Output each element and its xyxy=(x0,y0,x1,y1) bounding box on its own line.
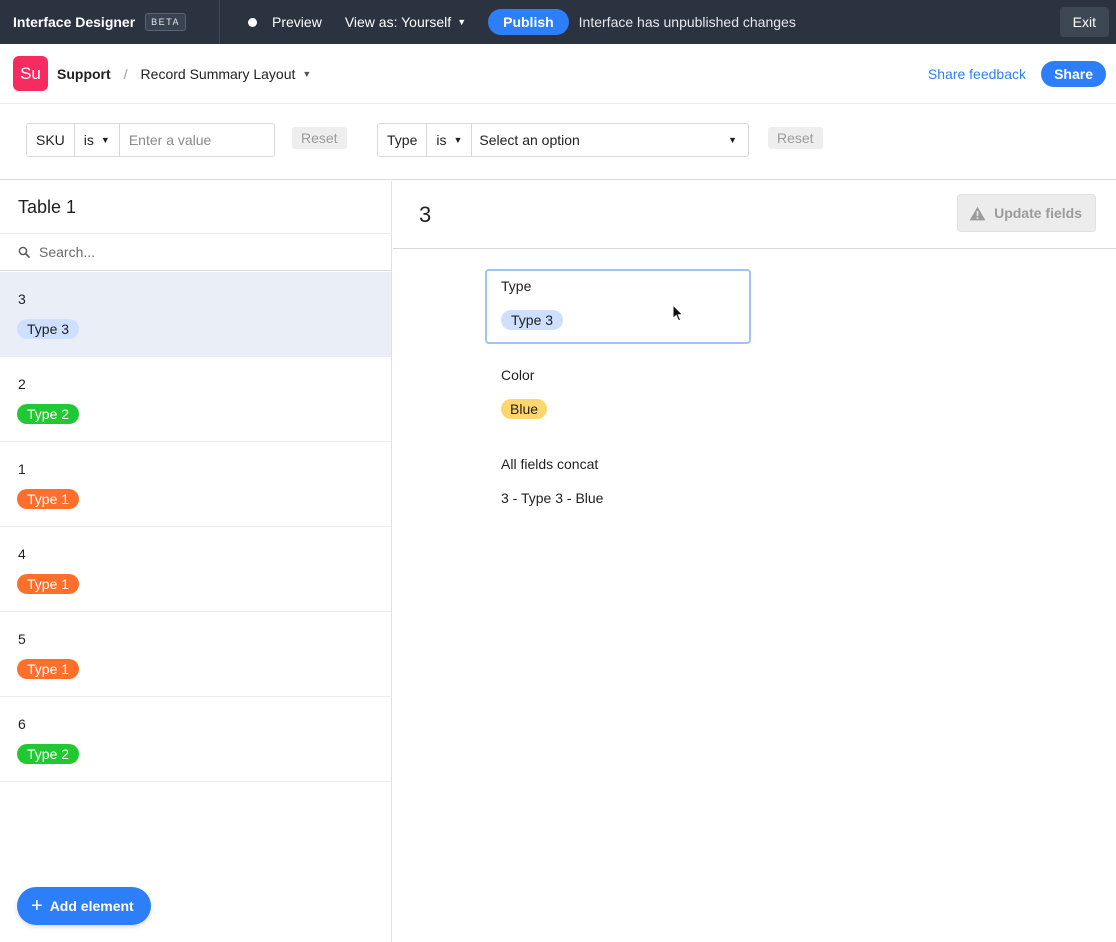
field-label: Type xyxy=(501,278,532,294)
record-list: 3 Type 3 2 Type 2 1 Type 1 4 Type 1 5 Ty… xyxy=(0,272,391,782)
warning-icon xyxy=(969,206,986,221)
type-operator-label: is xyxy=(436,132,447,148)
list-item[interactable]: 3 Type 3 xyxy=(0,272,391,357)
beta-badge: BETA xyxy=(145,13,187,31)
type-pill: Type 3 xyxy=(17,319,80,339)
field-label: All fields concat xyxy=(501,456,599,472)
type-pill: Type 2 xyxy=(17,404,80,424)
sku-reset-button[interactable]: Reset xyxy=(292,127,347,149)
list-item[interactable]: 1 Type 1 xyxy=(0,442,391,527)
record-id: 3 xyxy=(18,291,26,307)
color-value-pill: Blue xyxy=(501,399,548,419)
caret-down-icon: ▼ xyxy=(728,135,737,145)
caret-down-icon: ▼ xyxy=(453,135,463,145)
search-input[interactable] xyxy=(39,244,339,260)
caret-down-icon: ▼ xyxy=(457,17,467,27)
type-value-pill: Type 3 xyxy=(501,310,564,330)
list-item[interactable]: 2 Type 2 xyxy=(0,357,391,442)
top-bar-divider xyxy=(219,0,221,44)
list-item[interactable]: 4 Type 1 xyxy=(0,527,391,612)
concat-value: 3 - Type 3 - Blue xyxy=(501,490,604,506)
unpublished-status: Interface has unpublished changes xyxy=(578,14,796,30)
type-filter-field: Type xyxy=(378,124,428,156)
page-name: Record Summary Layout xyxy=(140,65,296,82)
view-as-label: View as: Yourself xyxy=(344,14,452,30)
breadcrumb-separator: / xyxy=(123,65,128,82)
record-detail-panel: 3 Update fields Type Type 3 Color Blue A… xyxy=(393,181,1116,942)
add-element-button[interactable]: + Add element xyxy=(17,887,151,925)
sku-filter: SKU is ▼ Enter a value xyxy=(26,123,275,157)
caret-down-icon: ▼ xyxy=(100,135,110,145)
share-feedback-link[interactable]: Share feedback xyxy=(928,66,1026,82)
type-filter: Type is ▼ Select an option ▼ xyxy=(377,123,749,157)
type-option-placeholder: Select an option xyxy=(479,132,580,148)
record-id: 5 xyxy=(18,631,26,647)
all-fields-concat-field[interactable]: All fields concat 3 - Type 3 - Blue xyxy=(485,456,751,516)
color-field[interactable]: Color Blue xyxy=(485,367,751,427)
list-item[interactable]: 6 Type 2 xyxy=(0,697,391,782)
designer-title: Interface Designer xyxy=(13,14,136,30)
table-title: Table 1 xyxy=(18,197,77,217)
publish-button[interactable]: Publish xyxy=(488,9,569,35)
exit-button[interactable]: Exit xyxy=(1059,7,1109,37)
type-pill: Type 1 xyxy=(17,574,80,594)
type-operator-dropdown[interactable]: is ▼ xyxy=(427,124,473,156)
preview-button[interactable]: Preview xyxy=(272,14,322,30)
interface-header: Su Support / Record Summary Layout ▼ Sha… xyxy=(0,44,1116,104)
record-search xyxy=(0,233,392,271)
sku-operator-label: is xyxy=(83,132,94,148)
update-fields-label: Update fields xyxy=(994,205,1082,221)
search-icon xyxy=(18,246,30,258)
sku-operator-dropdown[interactable]: is ▼ xyxy=(75,124,120,156)
app-icon[interactable]: Su xyxy=(13,56,48,91)
record-detail-header: 3 Update fields xyxy=(393,181,1116,249)
record-id: 2 xyxy=(18,376,26,392)
mouse-cursor-icon xyxy=(672,303,684,327)
page-dropdown[interactable]: Record Summary Layout ▼ xyxy=(141,66,312,82)
type-field[interactable]: Type Type 3 xyxy=(485,269,751,344)
sku-value-input[interactable]: Enter a value xyxy=(120,124,274,156)
record-title: 3 xyxy=(419,202,432,227)
view-as-dropdown[interactable]: View as: Yourself ▼ xyxy=(345,14,466,30)
top-bar: Interface Designer BETA Preview View as:… xyxy=(0,0,1116,44)
sku-filter-field: SKU xyxy=(27,124,75,156)
app-name[interactable]: Support xyxy=(57,66,111,82)
type-pill: Type 1 xyxy=(17,489,80,509)
type-option-select[interactable]: Select an option ▼ xyxy=(472,124,748,156)
field-label: Color xyxy=(501,367,535,383)
preview-toggle-icon[interactable] xyxy=(248,17,258,27)
update-fields-button[interactable]: Update fields xyxy=(957,194,1096,232)
plus-icon: + xyxy=(31,895,43,917)
record-id: 4 xyxy=(18,546,26,562)
share-button[interactable]: Share xyxy=(1041,61,1106,87)
filter-bar: SKU is ▼ Enter a value Reset Type is ▼ S… xyxy=(0,104,1116,180)
type-reset-button[interactable]: Reset xyxy=(768,127,823,149)
record-id: 6 xyxy=(18,716,26,732)
caret-down-icon: ▼ xyxy=(302,68,312,79)
record-list-panel: Table 1 3 Type 3 2 Type 2 1 Type 1 4 Typ… xyxy=(0,181,392,942)
type-pill: Type 1 xyxy=(17,659,80,679)
record-id: 1 xyxy=(18,461,26,477)
type-pill: Type 2 xyxy=(17,744,80,764)
add-element-label: Add element xyxy=(49,898,134,914)
list-item[interactable]: 5 Type 1 xyxy=(0,612,391,697)
